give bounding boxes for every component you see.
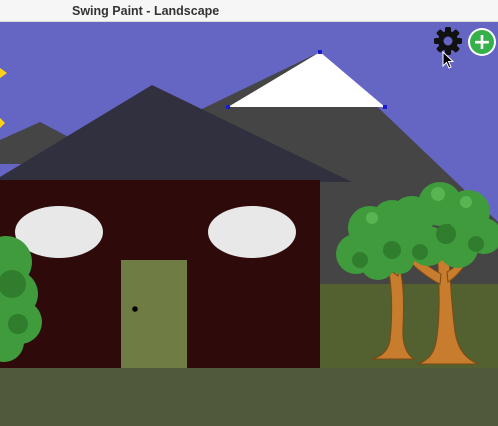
selection-handle-right[interactable] [383,105,387,109]
selection-handle-top[interactable] [318,50,322,54]
gear-icon [434,27,462,55]
add-button[interactable]: + [468,28,496,56]
selection-handle-left[interactable] [226,105,230,109]
ground-foreground [0,368,498,426]
title-bar: Swing Paint - Landscape [0,0,498,22]
app-window: Swing Paint - Landscape + [0,0,498,426]
house-window-right[interactable] [208,206,296,258]
drawing-canvas[interactable]: + [0,22,498,426]
door-knob [132,306,138,312]
window-title: Swing Paint - Landscape [72,4,220,18]
plus-icon: + [473,30,491,55]
settings-button[interactable] [434,27,462,55]
house-door[interactable] [121,260,187,368]
